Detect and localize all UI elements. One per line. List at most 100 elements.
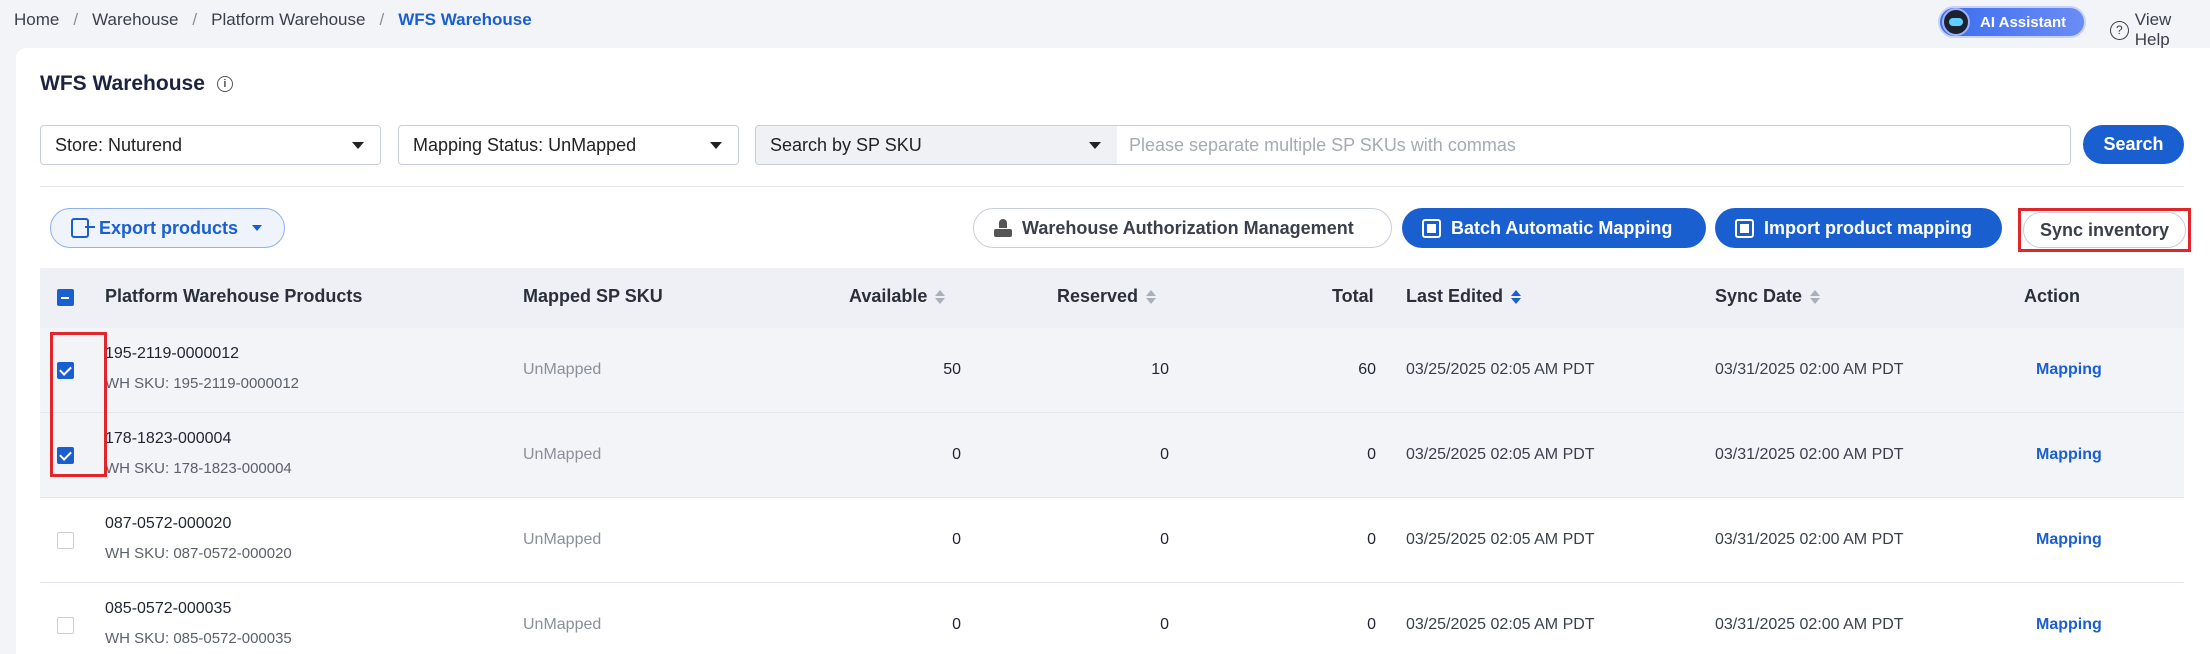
last-edited-value: 03/25/2025 02:05 AM PDT xyxy=(1406,531,1595,548)
breadcrumb-platform-warehouse[interactable]: Platform Warehouse xyxy=(211,10,365,30)
platform-sku: 195-2119-0000012 xyxy=(105,345,240,362)
chevron-down-icon xyxy=(352,142,364,149)
warehouse-authorization-button[interactable]: Warehouse Authorization Management xyxy=(973,208,1392,248)
top-bar: Home / Warehouse / Platform Warehouse / … xyxy=(0,0,2210,49)
sort-icon xyxy=(935,289,946,304)
table-row: 087-0572-000020 WH SKU: 087-0572-000020 … xyxy=(40,498,2184,583)
mapping-link[interactable]: Mapping xyxy=(2036,531,2102,549)
ai-assistant-label: AI Assistant xyxy=(1980,13,2067,31)
stamp-icon xyxy=(994,219,1012,237)
view-help-label: View Help xyxy=(2134,10,2172,49)
sync-inventory-highlight: Sync inventory xyxy=(2018,208,2191,252)
search-type-select[interactable]: Search by SP SKU xyxy=(755,125,1118,165)
select-all-checkbox[interactable] xyxy=(57,289,74,306)
available-value: 50 xyxy=(943,361,961,378)
search-input[interactable] xyxy=(1117,125,2071,165)
column-header-product: Platform Warehouse Products xyxy=(105,286,363,306)
last-edited-value: 03/25/2025 02:05 AM PDT xyxy=(1406,446,1595,463)
chevron-down-icon xyxy=(710,142,722,149)
column-header-sync-date[interactable]: Sync Date xyxy=(1715,286,1821,307)
batch-automatic-mapping-label: Batch Automatic Mapping xyxy=(1451,217,1673,238)
total-value: 0 xyxy=(1367,531,1376,548)
column-header-sync-date-label: Sync Date xyxy=(1715,286,1803,306)
wh-sku: WH SKU: 178-1823-000004 xyxy=(105,460,292,477)
table-row: 195-2119-0000012 WH SKU: 195-2119-000001… xyxy=(40,328,2184,413)
divider xyxy=(40,186,2184,187)
sort-icon xyxy=(1511,289,1522,304)
available-value: 0 xyxy=(952,616,961,633)
row-checkbox[interactable] xyxy=(57,532,74,549)
column-header-available[interactable]: Available xyxy=(849,286,946,307)
mapping-status-select[interactable]: Mapping Status: UnMapped xyxy=(398,125,739,165)
total-value: 0 xyxy=(1367,616,1376,633)
reserved-value: 10 xyxy=(1151,361,1169,378)
search-button[interactable]: Search xyxy=(2083,125,2184,164)
column-header-reserved[interactable]: Reserved xyxy=(1057,286,1157,307)
ai-assistant-button[interactable]: AI Assistant xyxy=(1938,6,2086,38)
store-select-value: Store: Nuturend xyxy=(55,134,183,155)
column-header-available-label: Available xyxy=(849,286,928,306)
reserved-value: 0 xyxy=(1160,616,1169,633)
import-product-mapping-label: Import product mapping xyxy=(1764,217,1972,238)
column-header-reserved-label: Reserved xyxy=(1057,286,1139,306)
export-icon xyxy=(71,218,95,238)
column-header-last-edited[interactable]: Last Edited xyxy=(1406,286,1522,307)
reserved-value: 0 xyxy=(1160,531,1169,548)
mapping-link[interactable]: Mapping xyxy=(2036,361,2102,379)
mapping-link[interactable]: Mapping xyxy=(2036,616,2102,634)
table-header: Platform Warehouse Products Mapped SP SK… xyxy=(40,268,2184,328)
total-value: 0 xyxy=(1367,446,1376,463)
chevron-down-icon xyxy=(252,225,263,231)
available-value: 0 xyxy=(952,531,961,548)
table-row: 085-0572-000035 WH SKU: 085-0572-000035 … xyxy=(40,583,2184,654)
sort-icon xyxy=(1810,289,1821,304)
sync-date-value: 03/31/2025 02:00 AM PDT xyxy=(1715,361,1904,378)
sort-icon xyxy=(1146,289,1157,304)
mapping-link[interactable]: Mapping xyxy=(2036,446,2102,464)
page-title-text: WFS Warehouse xyxy=(40,72,205,95)
table-row: 178-1823-000004 WH SKU: 178-1823-000004 … xyxy=(40,413,2184,498)
import-icon xyxy=(1735,218,1754,238)
sync-date-value: 03/31/2025 02:00 AM PDT xyxy=(1715,616,1904,633)
search-type-value: Search by SP SKU xyxy=(770,134,922,155)
breadcrumb-separator: / xyxy=(379,10,385,29)
column-header-total: Total xyxy=(1332,286,1374,306)
sync-date-value: 03/31/2025 02:00 AM PDT xyxy=(1715,531,1904,548)
mapped-sku: UnMapped xyxy=(523,446,602,463)
available-value: 0 xyxy=(952,446,961,463)
mapped-sku: UnMapped xyxy=(523,616,602,633)
info-icon[interactable]: i xyxy=(216,76,233,92)
import-product-mapping-button[interactable]: Import product mapping xyxy=(1715,208,2002,248)
view-help-link[interactable]: ? View Help xyxy=(2110,10,2210,50)
breadcrumb-separator: / xyxy=(192,10,198,29)
column-header-action: Action xyxy=(2024,286,2080,306)
breadcrumb-current: WFS Warehouse xyxy=(398,10,532,29)
total-value: 60 xyxy=(1358,361,1376,378)
platform-sku: 178-1823-000004 xyxy=(105,430,232,447)
wh-sku: WH SKU: 087-0572-000020 xyxy=(105,545,292,562)
warehouse-authorization-label: Warehouse Authorization Management xyxy=(1022,217,1354,238)
column-header-mapped: Mapped SP SKU xyxy=(523,286,663,306)
export-products-button[interactable]: Export products xyxy=(50,208,285,248)
row-checkbox[interactable] xyxy=(57,617,74,634)
wh-sku: WH SKU: 085-0572-000035 xyxy=(105,630,292,647)
column-header-last-edited-label: Last Edited xyxy=(1406,286,1504,306)
store-select[interactable]: Store: Nuturend xyxy=(40,125,381,165)
reserved-value: 0 xyxy=(1160,446,1169,463)
mapped-sku: UnMapped xyxy=(523,361,602,378)
mapping-icon xyxy=(1422,218,1441,238)
page-title: WFS Warehouse i xyxy=(40,72,233,96)
row-checkbox[interactable] xyxy=(57,447,74,464)
last-edited-value: 03/25/2025 02:05 AM PDT xyxy=(1406,361,1595,378)
last-edited-value: 03/25/2025 02:05 AM PDT xyxy=(1406,616,1595,633)
breadcrumb-warehouse[interactable]: Warehouse xyxy=(92,10,178,30)
breadcrumb: Home / Warehouse / Platform Warehouse / … xyxy=(14,10,532,30)
breadcrumb-separator: / xyxy=(73,10,79,29)
breadcrumb-home[interactable]: Home xyxy=(14,10,59,30)
batch-automatic-mapping-button[interactable]: Batch Automatic Mapping xyxy=(1402,208,1706,248)
row-checkbox[interactable] xyxy=(57,362,74,379)
platform-sku: 087-0572-000020 xyxy=(105,515,232,532)
sync-inventory-button[interactable]: Sync inventory xyxy=(2023,212,2186,248)
mapped-sku: UnMapped xyxy=(523,531,602,548)
platform-sku: 085-0572-000035 xyxy=(105,600,232,617)
